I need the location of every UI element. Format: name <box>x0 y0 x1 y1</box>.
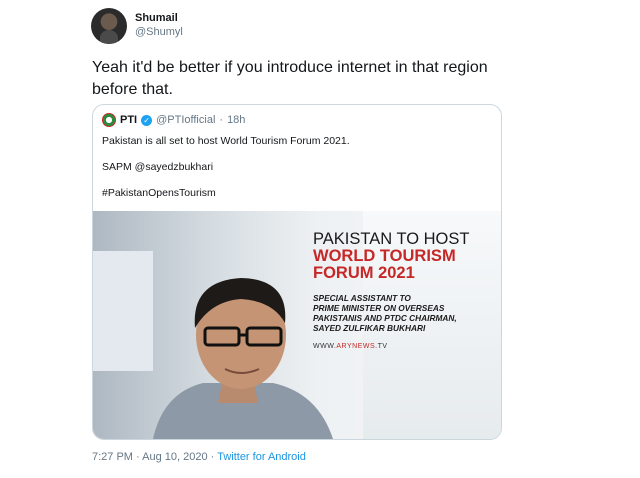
quoted-tweet-hashtag[interactable]: #PakistanOpensTourism <box>102 187 216 199</box>
subtitle-line: SAYED ZULFIKAR BUKHARI <box>313 323 426 333</box>
quoted-tweet-text: Pakistan is all set to host World Touris… <box>102 135 350 147</box>
quoted-author-handle[interactable]: @PTIofficial <box>156 114 215 126</box>
tweet-footer: 7:27 PM · Aug 10, 2020 · Twitter for And… <box>92 451 306 463</box>
website-brand: ARYNEWS <box>336 343 376 350</box>
image-website: WWW.ARYNEWS.TV <box>313 343 388 350</box>
website-suffix: .TV <box>375 343 388 350</box>
subtitle-line: PAKISTANIS AND PTDC CHAIRMAN, <box>313 313 457 323</box>
tweet-date[interactable]: Aug 10, 2020 <box>142 451 207 463</box>
author-name[interactable]: Shumail <box>135 12 178 24</box>
verified-badge-icon: ✓ <box>141 114 153 126</box>
subtitle-line: PRIME MINISTER ON OVERSEAS <box>313 303 445 313</box>
website-prefix: WWW. <box>313 343 337 350</box>
subtitle-line: SPECIAL ASSISTANT TO <box>313 293 411 303</box>
person-photo <box>153 278 333 439</box>
quoted-tweet-mention[interactable]: SAPM @sayedzbukhari <box>102 161 213 173</box>
tweet-source[interactable]: Twitter for Android <box>217 451 306 463</box>
headline-line: WORLD TOURISM <box>313 247 456 265</box>
pti-logo-icon[interactable] <box>102 113 116 127</box>
meta-separator: · <box>219 114 224 126</box>
tweet-text: Yeah it'd be better if you introduce int… <box>92 59 488 98</box>
footer-separator: · <box>210 451 215 463</box>
image-headline: PAKISTAN TO HOST WORLD TOURISM FORUM 202… <box>313 231 469 282</box>
quoted-author-name[interactable]: PTI <box>120 114 137 126</box>
tweet-time[interactable]: 7:27 PM <box>92 451 133 463</box>
quoted-tweet-card[interactable]: PTI ✓ @PTIofficial · 18h Pakistan is all… <box>92 104 502 440</box>
headline-line: FORUM 2021 <box>313 264 415 282</box>
quoted-tweet-header: PTI ✓ @PTIofficial · 18h <box>102 113 245 127</box>
avatar[interactable] <box>91 8 127 44</box>
quoted-tweet-image[interactable]: PAKISTAN TO HOST WORLD TOURISM FORUM 202… <box>93 211 501 439</box>
headline-line: PAKISTAN TO HOST <box>313 230 470 248</box>
quoted-tweet-age[interactable]: 18h <box>227 114 245 126</box>
author-handle[interactable]: @Shumyl <box>135 26 183 38</box>
footer-separator: · <box>136 451 140 463</box>
image-subtitle: SPECIAL ASSISTANT TO PRIME MINISTER ON O… <box>313 293 493 333</box>
